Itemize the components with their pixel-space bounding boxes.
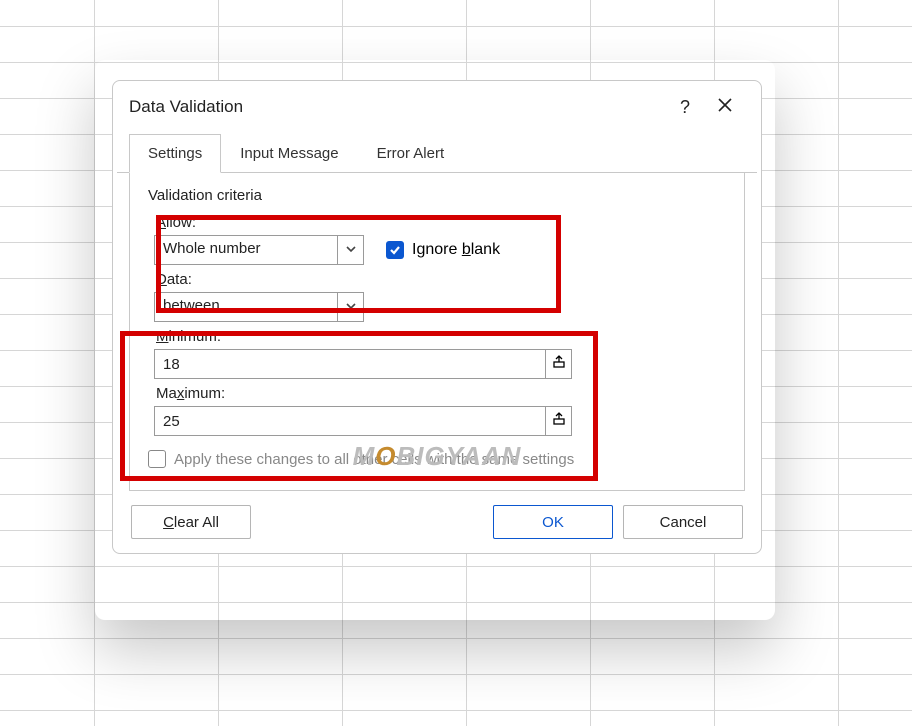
data-combobox[interactable]: between [154,292,364,322]
dialog-titlebar: Data Validation ? [113,81,761,127]
apply-to-others-checkbox[interactable]: Apply these changes to all other cells w… [148,450,574,468]
data-label: Data: [156,271,726,288]
checkbox-unchecked-icon [148,450,166,468]
spacer [261,505,483,539]
dialog-button-bar: Clear All OK Cancel [113,491,761,541]
help-icon: ? [680,97,690,118]
validation-criteria-label: Validation criteria [148,187,726,204]
data-value: between [155,293,337,321]
help-button[interactable]: ? [665,91,705,123]
cancel-button[interactable]: Cancel [623,505,743,539]
ignore-blank-label: Ignore blank [412,241,500,259]
apply-to-others-row: Apply these changes to all other cells w… [148,450,726,468]
allow-combobox[interactable]: Whole number [154,235,364,265]
ignore-blank-checkbox[interactable]: Ignore blank [386,241,500,259]
chevron-down-icon [346,241,356,259]
range-select-icon [552,412,566,431]
chevron-down-icon [346,298,356,316]
clear-all-button[interactable]: Clear All [131,505,251,539]
checkbox-checked-icon [386,241,404,259]
tab-settings[interactable]: Settings [129,134,221,173]
ok-button[interactable]: OK [493,505,613,539]
tab-input-message[interactable]: Input Message [221,134,357,173]
minimum-input-group [154,349,572,379]
data-validation-dialog: Data Validation ? Settings Input Message… [112,80,762,554]
tab-error-alert[interactable]: Error Alert [358,134,464,173]
close-icon [717,97,733,118]
allow-value: Whole number [155,236,337,264]
allow-label: Allow: [156,214,726,231]
close-button[interactable] [705,91,745,123]
allow-dropdown-button[interactable] [337,236,363,264]
apply-to-others-label: Apply these changes to all other cells w… [174,451,574,468]
dialog-tabs: Settings Input Message Error Alert [117,127,757,173]
data-dropdown-button[interactable] [337,293,363,321]
dialog-title: Data Validation [129,97,665,117]
range-select-icon [552,355,566,374]
maximum-input[interactable] [155,407,545,435]
minimum-range-select-button[interactable] [545,350,571,378]
settings-panel: Validation criteria Allow: Whole number … [129,173,745,491]
maximum-input-group [154,406,572,436]
maximum-label: Maximum: [156,385,726,402]
minimum-label: Minimum: [156,328,726,345]
minimum-input[interactable] [155,350,545,378]
maximum-range-select-button[interactable] [545,407,571,435]
